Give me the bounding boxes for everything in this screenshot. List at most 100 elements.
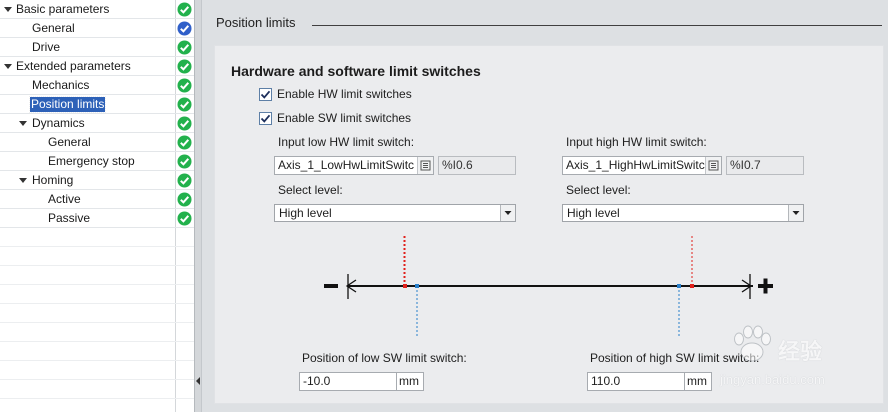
green-check-circle-icon bbox=[177, 97, 192, 112]
low-hw-tag-field[interactable]: Axis_1_LowHwLimitSwitc bbox=[274, 156, 434, 175]
parameter-tree: Basic parameters General Drive Extended … bbox=[0, 0, 194, 412]
tree-item-label: Homing bbox=[32, 173, 74, 187]
high-sw-position-value: 110.0 bbox=[591, 374, 621, 388]
enable-sw-limit-checkbox[interactable] bbox=[259, 112, 272, 125]
tree-empty-row bbox=[0, 228, 194, 247]
tree-item-dynamics-general[interactable]: General bbox=[0, 133, 194, 152]
tree-item-basic-parameters[interactable]: Basic parameters bbox=[0, 0, 194, 19]
checkmark-icon bbox=[260, 114, 271, 123]
expand-arrow-icon[interactable] bbox=[18, 175, 28, 185]
checkmark-icon bbox=[260, 90, 271, 99]
enable-sw-limit-label: Enable SW limit switches bbox=[277, 111, 412, 125]
tree-item-general[interactable]: General bbox=[0, 19, 194, 38]
green-check-circle-icon bbox=[177, 116, 192, 131]
low-sw-position-label: Position of low SW limit switch: bbox=[302, 351, 467, 365]
tree-empty-row bbox=[0, 323, 194, 342]
limit-switch-diagram bbox=[324, 236, 773, 336]
tree-item-label: Position limits bbox=[28, 96, 107, 113]
green-check-circle-icon bbox=[177, 211, 192, 226]
tree-item-label: Mechanics bbox=[32, 78, 90, 92]
tree-item-position-limits[interactable]: Position limits bbox=[0, 95, 194, 114]
tree-item-emergency-stop[interactable]: Emergency stop bbox=[0, 152, 194, 171]
tree-item-label: Basic parameters bbox=[16, 2, 110, 16]
green-check-circle-icon bbox=[177, 78, 192, 93]
section-title: Position limits bbox=[216, 15, 296, 30]
paw-logo-icon bbox=[734, 325, 771, 362]
green-check-circle-icon bbox=[177, 135, 192, 150]
high-hw-marker bbox=[690, 284, 694, 288]
high-sw-marker bbox=[677, 284, 681, 288]
tree-item-label: Passive bbox=[48, 211, 91, 225]
watermark-title: 经验 bbox=[778, 339, 823, 364]
watermark: 经验 jingyan.baidu.com bbox=[720, 320, 880, 400]
green-check-circle-icon bbox=[177, 40, 192, 55]
tree-empty-row bbox=[0, 266, 194, 285]
tree-item-active[interactable]: Active bbox=[0, 190, 194, 209]
tree-item-passive[interactable]: Passive bbox=[0, 209, 194, 228]
low-level-label: Select level: bbox=[278, 183, 343, 197]
low-level-value: High level bbox=[279, 206, 332, 220]
list-browse-icon[interactable] bbox=[417, 157, 433, 174]
list-browse-icon[interactable] bbox=[705, 157, 721, 174]
low-hw-marker bbox=[403, 284, 407, 288]
tree-item-label: Dynamics bbox=[32, 116, 85, 130]
green-check-circle-icon bbox=[177, 173, 192, 188]
high-hw-address-field: %I0.7 bbox=[726, 156, 804, 175]
low-sw-unit: mm bbox=[399, 374, 419, 388]
expand-arrow-icon[interactable] bbox=[3, 4, 13, 14]
high-level-select[interactable]: High level bbox=[562, 204, 804, 222]
tree-item-label: General bbox=[48, 135, 91, 149]
low-sw-unit-field: mm bbox=[396, 372, 424, 391]
green-check-circle-icon bbox=[177, 2, 192, 17]
tree-empty-row bbox=[0, 361, 194, 380]
high-sw-position-input[interactable]: 110.0 bbox=[587, 372, 685, 391]
low-sw-marker bbox=[415, 284, 419, 288]
high-hw-input-label: Input high HW limit switch: bbox=[566, 135, 707, 149]
low-sw-position-input[interactable]: -10.0 bbox=[299, 372, 397, 391]
chevron-down-icon[interactable] bbox=[788, 205, 803, 221]
expand-arrow-icon[interactable] bbox=[18, 118, 28, 128]
tree-item-extended-parameters[interactable]: Extended parameters bbox=[0, 57, 194, 76]
high-hw-address-value: %I0.7 bbox=[730, 158, 761, 172]
tree-item-mechanics[interactable]: Mechanics bbox=[0, 76, 194, 95]
enable-hw-limit-checkbox[interactable] bbox=[259, 88, 272, 101]
low-hw-tag-value: Axis_1_LowHwLimitSwitc bbox=[278, 158, 415, 172]
tree-empty-row bbox=[0, 247, 194, 266]
tree-item-dynamics[interactable]: Dynamics bbox=[0, 114, 194, 133]
high-level-label: Select level: bbox=[566, 183, 631, 197]
chevron-down-icon[interactable] bbox=[500, 205, 515, 221]
high-hw-tag-field[interactable]: Axis_1_HighHwLimitSwitc bbox=[562, 156, 722, 175]
tree-item-homing[interactable]: Homing bbox=[0, 171, 194, 190]
group-title: Hardware and software limit switches bbox=[231, 63, 481, 79]
enable-hw-limit-label: Enable HW limit switches bbox=[277, 87, 412, 101]
tree-empty-row bbox=[0, 380, 194, 399]
tree-item-label: Extended parameters bbox=[16, 59, 131, 73]
tree-empty-row bbox=[0, 304, 194, 323]
tree-item-label: General bbox=[32, 21, 75, 35]
expand-arrow-icon[interactable] bbox=[3, 61, 13, 71]
tree-empty-row bbox=[0, 342, 194, 361]
low-level-select[interactable]: High level bbox=[274, 204, 516, 222]
tree-item-drive[interactable]: Drive bbox=[0, 38, 194, 57]
panel-splitter[interactable] bbox=[194, 0, 202, 412]
high-sw-unit: mm bbox=[687, 374, 707, 388]
low-sw-position-value: -10.0 bbox=[303, 374, 331, 388]
tree-empty-row bbox=[0, 285, 194, 304]
low-hw-address-value: %I0.6 bbox=[442, 158, 473, 172]
blue-check-circle-icon bbox=[177, 21, 192, 36]
high-sw-unit-field: mm bbox=[684, 372, 712, 391]
low-hw-address-field: %I0.6 bbox=[438, 156, 516, 175]
green-check-circle-icon bbox=[177, 192, 192, 207]
high-level-value: High level bbox=[567, 206, 620, 220]
green-check-circle-icon bbox=[177, 154, 192, 169]
collapse-arrow-icon[interactable] bbox=[196, 377, 201, 385]
low-hw-input-label: Input low HW limit switch: bbox=[278, 135, 415, 149]
tree-item-label: Drive bbox=[32, 40, 61, 54]
tree-item-label: Emergency stop bbox=[48, 154, 135, 168]
high-hw-tag-value: Axis_1_HighHwLimitSwitc bbox=[566, 158, 705, 172]
watermark-url: jingyan.baidu.com bbox=[720, 372, 825, 387]
section-divider bbox=[312, 25, 882, 26]
minus-icon bbox=[324, 284, 338, 288]
plus-icon bbox=[758, 278, 773, 294]
green-check-circle-icon bbox=[177, 59, 192, 74]
